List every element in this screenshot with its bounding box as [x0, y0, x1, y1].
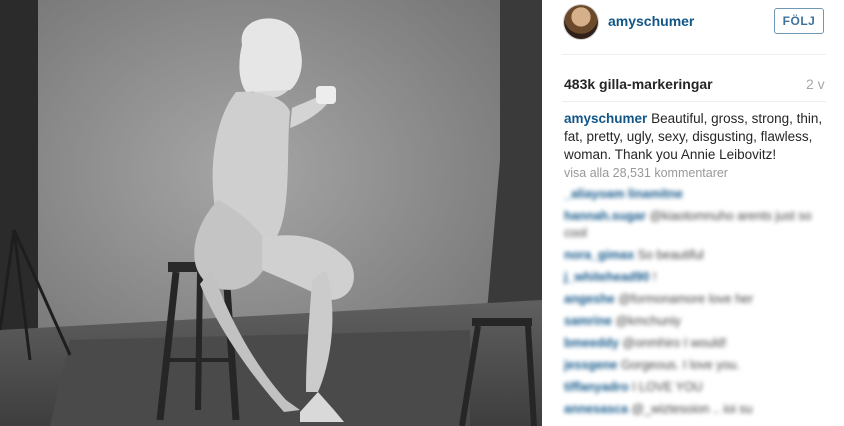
comment-item: nora_gimax So beautiful [564, 247, 826, 264]
avatar[interactable] [564, 5, 598, 39]
photo-illustration [0, 0, 542, 426]
divider [562, 54, 826, 55]
comment-text: So beautiful [637, 248, 704, 262]
comment-text: ! [652, 270, 657, 284]
comment-item: tiffanyadro I LOVE YOU [564, 379, 826, 396]
comment-username[interactable]: jessgene [564, 358, 618, 372]
comment-username[interactable]: annesasca [564, 402, 628, 416]
comment-text: I LOVE YOU [632, 380, 703, 394]
comment-text: @onmhiro I would! [622, 336, 727, 350]
follow-button[interactable]: FÖLJ [774, 8, 824, 34]
instagram-post: amyschumer FÖLJ 483k gilla-markeringar 2… [0, 0, 844, 426]
post-photo[interactable] [0, 0, 542, 426]
likes-count[interactable]: 483k gilla-markeringar [564, 76, 713, 92]
comment-username[interactable]: hannah.sugar [564, 209, 646, 223]
post-age: 2 v [806, 76, 825, 92]
comment-item: annesasca @_wiztesoion .. ioi su [564, 401, 826, 418]
comment-username[interactable]: angeshe [564, 292, 615, 306]
comment-item: jessgene Gorgeous. I love you. [564, 357, 826, 374]
comment-item: angeshe @formonamore love her [564, 291, 826, 308]
comment-text: Gorgeous. I love you. [621, 358, 740, 372]
comment-list: _aliayoam linamitne hannah.sugar @kiaoto… [564, 186, 826, 423]
comment-username[interactable]: nora_gimax [564, 248, 634, 262]
view-all-comments-link[interactable]: visa alla 28,531 kommentarer [564, 166, 728, 180]
caption: amyschumer Beautiful, gross, strong, thi… [564, 110, 826, 164]
post-header: amyschumer FÖLJ [542, 0, 844, 54]
post-sidebar: amyschumer FÖLJ 483k gilla-markeringar 2… [542, 0, 844, 426]
comment-text: @formonamore love her [618, 292, 754, 306]
comment-text: @_wiztesoion .. ioi su [631, 402, 753, 416]
comment-item: bmeeddy @onmhiro I would! [564, 335, 826, 352]
comment-item: _aliayoam linamitne [564, 186, 826, 203]
caption-username[interactable]: amyschumer [564, 111, 647, 126]
header-username[interactable]: amyschumer [608, 13, 694, 29]
comment-text: @kmchuniy [615, 314, 681, 328]
comment-item: samrine @kmchuniy [564, 313, 826, 330]
comment-username[interactable]: j_whitehead90 [564, 270, 649, 284]
comment-item: hannah.sugar @kiaotomnuho arents just so… [564, 208, 826, 242]
comment-username[interactable]: _aliayoam linamitne [564, 187, 683, 201]
comment-username[interactable]: bmeeddy [564, 336, 619, 350]
divider [562, 101, 826, 102]
comment-username[interactable]: tiffanyadro [564, 380, 629, 394]
comment-item: j_whitehead90 ! [564, 269, 826, 286]
comment-username[interactable]: samrine [564, 314, 612, 328]
